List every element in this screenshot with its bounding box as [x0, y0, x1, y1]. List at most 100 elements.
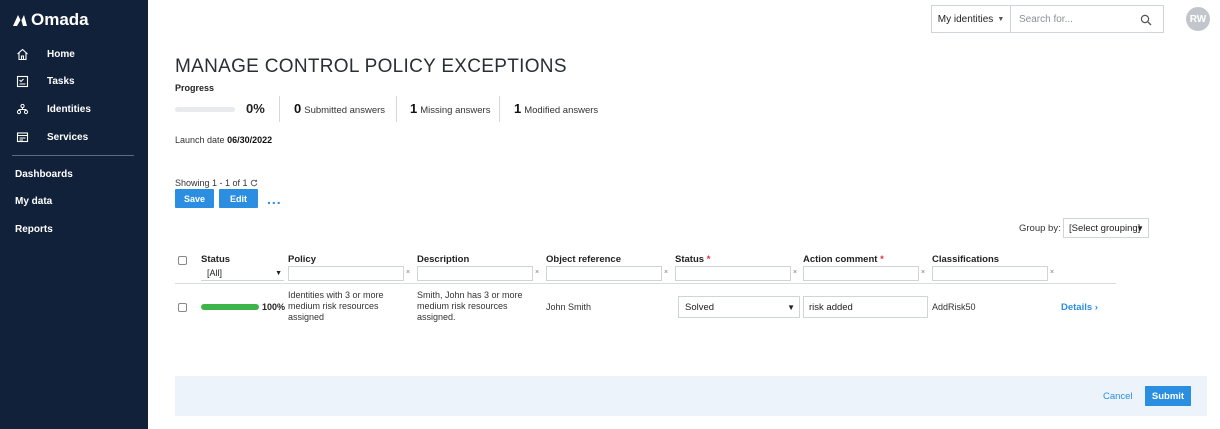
- group-by-value: [Select grouping]: [1069, 222, 1141, 234]
- stat-divider: [396, 96, 397, 122]
- description-filter-input[interactable]: [417, 266, 533, 281]
- status-answer-filter-input[interactable]: [675, 266, 791, 281]
- home-icon: [15, 47, 29, 61]
- stat-divider: [279, 96, 280, 122]
- status-filter-value: [All]: [207, 268, 223, 278]
- submit-button[interactable]: Submit: [1145, 386, 1191, 406]
- user-avatar[interactable]: RW: [1186, 7, 1210, 31]
- clear-filter-icon[interactable]: ×: [406, 269, 410, 276]
- column-header-label: Action comment: [803, 254, 878, 265]
- column-header-object-reference[interactable]: Object reference: [546, 254, 621, 265]
- select-all-checkbox[interactable]: [178, 256, 187, 265]
- action-comment-filter-input[interactable]: [803, 266, 919, 281]
- description-cell: Smith, John has 3 or more medium risk re…: [417, 290, 523, 323]
- omada-logo[interactable]: Omada: [12, 10, 89, 30]
- sidebar-item-label: Identities: [47, 103, 91, 115]
- clear-filter-icon[interactable]: ×: [793, 269, 797, 276]
- services-icon: [15, 130, 29, 144]
- details-link[interactable]: Details ›: [1061, 302, 1098, 313]
- object-reference-filter-input[interactable]: [546, 266, 662, 281]
- identity-scope-select[interactable]: My identities ▼: [931, 5, 1010, 33]
- sidebar-item-label: Tasks: [47, 75, 75, 87]
- policy-filter-input[interactable]: [288, 266, 404, 281]
- classification-cell: AddRisk50: [932, 302, 976, 312]
- overall-progress-percent: 0%: [246, 101, 265, 116]
- clear-filter-icon[interactable]: ×: [664, 269, 668, 276]
- stat-divider: [499, 96, 500, 122]
- description-line: assigned.: [417, 312, 456, 322]
- stat-label: Submitted answers: [304, 105, 386, 116]
- chevron-down-icon: ▼: [1136, 223, 1144, 233]
- stat-label: Missing answers: [420, 105, 491, 116]
- chevron-down-icon: ▼: [997, 15, 1005, 23]
- refresh-icon[interactable]: [250, 179, 258, 187]
- table-header-divider: [175, 283, 1116, 284]
- clear-filter-icon[interactable]: ×: [535, 269, 539, 276]
- launch-date-label: Launch date: [175, 135, 225, 145]
- classifications-filter-input[interactable]: [932, 266, 1048, 281]
- stat-submitted: 0 Submitted answers: [294, 101, 385, 116]
- sidebar-item-services[interactable]: Services: [0, 126, 148, 148]
- status-filter-select[interactable]: [All] ▼: [201, 266, 284, 281]
- policy-cell: Identities with 3 or more medium risk re…: [288, 290, 384, 323]
- cancel-button[interactable]: Cancel: [1103, 391, 1133, 402]
- sidebar-item-label: Home: [47, 48, 75, 60]
- stat-count: 1: [514, 101, 522, 116]
- overall-progress-bar: [175, 107, 235, 112]
- progress-label: Progress: [175, 83, 215, 93]
- stat-count: 1: [410, 101, 418, 116]
- clear-filter-icon[interactable]: ×: [921, 269, 925, 276]
- group-by-select[interactable]: [Select grouping] ▼: [1063, 218, 1149, 238]
- save-button[interactable]: Save: [175, 189, 214, 208]
- search-box: [1010, 5, 1164, 33]
- sidebar-item-tasks[interactable]: Tasks: [0, 70, 148, 92]
- chevron-down-icon: ▼: [275, 269, 282, 277]
- sidebar-link-my-data[interactable]: My data: [15, 196, 52, 207]
- policy-line: medium risk resources: [288, 301, 379, 311]
- policy-line: assigned: [288, 312, 325, 322]
- details-label: Details: [1061, 302, 1093, 313]
- search-input[interactable]: [1019, 13, 1129, 25]
- description-line: medium risk resources: [417, 301, 508, 311]
- column-header-action-comment[interactable]: Action comment *: [803, 254, 884, 265]
- launch-date-value: 06/30/2022: [227, 135, 273, 145]
- edit-button[interactable]: Edit: [219, 189, 258, 208]
- showing-text: Showing 1 - 1 of 1: [175, 178, 248, 188]
- launch-date: Launch date 06/30/2022: [175, 135, 272, 145]
- search-icon[interactable]: [1140, 14, 1152, 26]
- sidebar-item-identities[interactable]: Identities: [0, 98, 148, 120]
- row-checkbox[interactable]: [178, 303, 187, 312]
- more-actions-button[interactable]: ...: [267, 192, 282, 206]
- column-header-status-answer[interactable]: Status *: [675, 254, 710, 265]
- policy-line: Identities with 3 or more: [288, 290, 384, 300]
- stat-modified: 1 Modified answers: [514, 101, 598, 116]
- column-header-label: Status: [675, 254, 705, 265]
- sidebar-item-label: Services: [47, 131, 89, 143]
- row-progress-bar: [201, 304, 259, 310]
- row-progress-percent: 100%: [262, 302, 286, 312]
- chevron-down-icon: ▼: [787, 302, 795, 312]
- column-header-description[interactable]: Description: [417, 254, 469, 265]
- column-header-classifications[interactable]: Classifications: [932, 254, 999, 265]
- identity-scope-value: My identities: [937, 13, 994, 25]
- sidebar-item-home[interactable]: Home: [0, 43, 148, 65]
- showing-count: Showing 1 - 1 of 1: [175, 178, 258, 188]
- brand-name: Omada: [31, 10, 89, 29]
- action-comment-input[interactable]: risk added: [803, 296, 928, 318]
- action-footer: [175, 376, 1207, 416]
- identities-icon: [15, 102, 29, 116]
- description-line: Smith, John has 3 or more: [417, 290, 523, 300]
- column-header-status[interactable]: Status: [201, 254, 230, 265]
- sidebar-divider: [12, 155, 134, 156]
- clear-filter-icon[interactable]: ×: [1050, 269, 1054, 276]
- stat-count: 0: [294, 101, 302, 116]
- required-marker: *: [880, 254, 884, 265]
- sidebar: Omada Home Tasks Identities Services Das…: [0, 0, 148, 429]
- stat-label: Modified answers: [524, 105, 599, 116]
- status-answer-select[interactable]: Solved ▼: [678, 296, 800, 318]
- sidebar-link-reports[interactable]: Reports: [15, 224, 53, 235]
- sidebar-link-dashboards[interactable]: Dashboards: [15, 169, 73, 180]
- column-header-policy[interactable]: Policy: [288, 254, 316, 265]
- stat-missing: 1 Missing answers: [410, 101, 490, 116]
- tasks-icon: [15, 74, 29, 88]
